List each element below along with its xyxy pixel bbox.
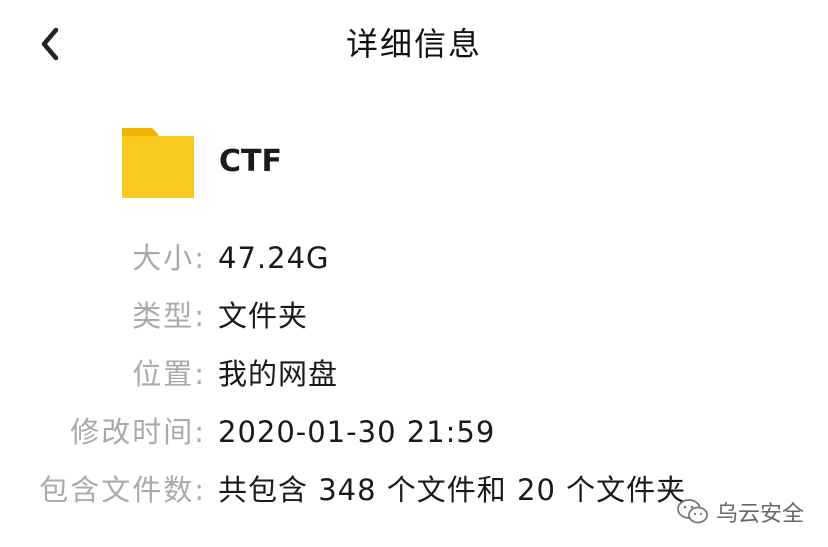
file-name: CTF xyxy=(219,144,282,179)
detail-row-size: 大小: 47.24G xyxy=(0,236,828,280)
detail-value: 2020-01-30 21:59 xyxy=(218,415,496,449)
detail-label: 类型: xyxy=(132,299,206,333)
detail-row-location: 位置: 我的网盘 xyxy=(0,352,828,396)
wechat-icon xyxy=(677,499,708,524)
detail-value: 共包含 348 个文件和 20 个文件夹 xyxy=(218,473,687,507)
header: 详细信息 xyxy=(0,0,828,90)
detail-label: 位置: xyxy=(132,357,206,391)
detail-label: 大小: xyxy=(132,241,206,275)
detail-row-modified: 修改时间: 2020-01-30 21:59 xyxy=(0,410,828,454)
page-title: 详细信息 xyxy=(345,25,482,63)
folder-icon xyxy=(122,128,194,198)
detail-row-type: 类型: 文件夹 xyxy=(0,294,828,338)
watermark: 乌云安全 xyxy=(676,494,804,530)
detail-value: 文件夹 xyxy=(218,299,309,333)
detail-label: 包含文件数: xyxy=(39,473,206,507)
watermark-text: 乌云安全 xyxy=(715,502,804,527)
detail-value: 我的网盘 xyxy=(218,357,339,391)
detail-value: 47.24G xyxy=(218,241,330,275)
detail-label: 修改时间: xyxy=(70,415,206,449)
